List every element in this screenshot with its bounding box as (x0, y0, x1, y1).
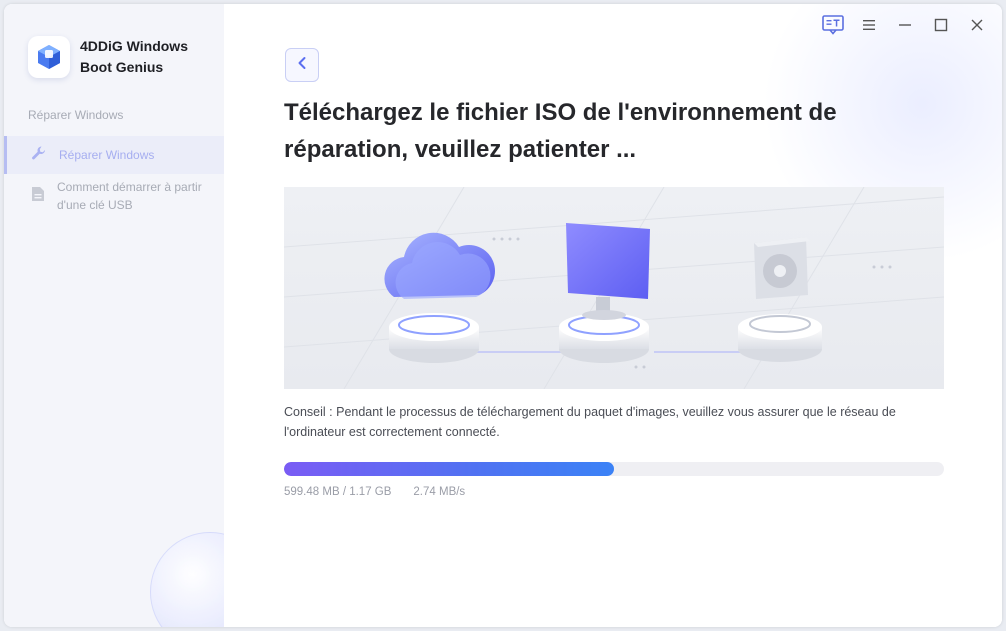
back-button[interactable] (285, 48, 319, 82)
download-illustration (284, 187, 944, 389)
titlebar-controls (822, 14, 988, 36)
app-name: 4DDiG Windows Boot Genius (80, 36, 188, 78)
feedback-icon[interactable] (822, 14, 844, 36)
progress-info: 599.48 MB / 1.17 GB 2.74 MB/s (284, 486, 465, 498)
download-speed: 2.74 MB/s (413, 486, 466, 498)
sidebar-item-usb-boot-guide[interactable]: Comment démarrer à partir d'une clé USB (4, 178, 224, 214)
sidebar-item-label: Réparer Windows (59, 148, 155, 162)
download-tip: Conseil : Pendant le processus de téléch… (284, 405, 896, 439)
wrench-icon (31, 145, 47, 166)
maximize-icon[interactable] (930, 14, 952, 36)
app-name-line2: Boot Genius (80, 59, 164, 75)
download-progress-bar (284, 462, 944, 476)
sidebar: 4DDiG Windows Boot Genius Réparer Window… (4, 4, 270, 627)
sidebar-item-label: Comment démarrer à partir d'une clé USB (57, 180, 202, 212)
brand: 4DDiG Windows Boot Genius (28, 36, 188, 78)
menu-icon[interactable] (858, 14, 880, 36)
close-icon[interactable] (966, 14, 988, 36)
minimize-icon[interactable] (894, 14, 916, 36)
sidebar-item-repair-windows[interactable]: Réparer Windows (4, 136, 224, 174)
app-name-line1: 4DDiG Windows (80, 38, 188, 54)
sidebar-section-label: Réparer Windows (28, 108, 124, 122)
chevron-left-icon (296, 56, 308, 75)
download-progress-fill (284, 462, 614, 476)
downloaded-size: 599.48 MB / 1.17 GB (284, 486, 392, 498)
page-title: Téléchargez le fichier ISO de l'environn… (284, 99, 837, 163)
app-window: 4DDiG Windows Boot Genius Réparer Window… (4, 4, 1002, 627)
document-icon (31, 186, 45, 207)
main-content: Téléchargez le fichier ISO de l'environn… (224, 4, 1002, 627)
app-logo-icon (28, 36, 70, 78)
